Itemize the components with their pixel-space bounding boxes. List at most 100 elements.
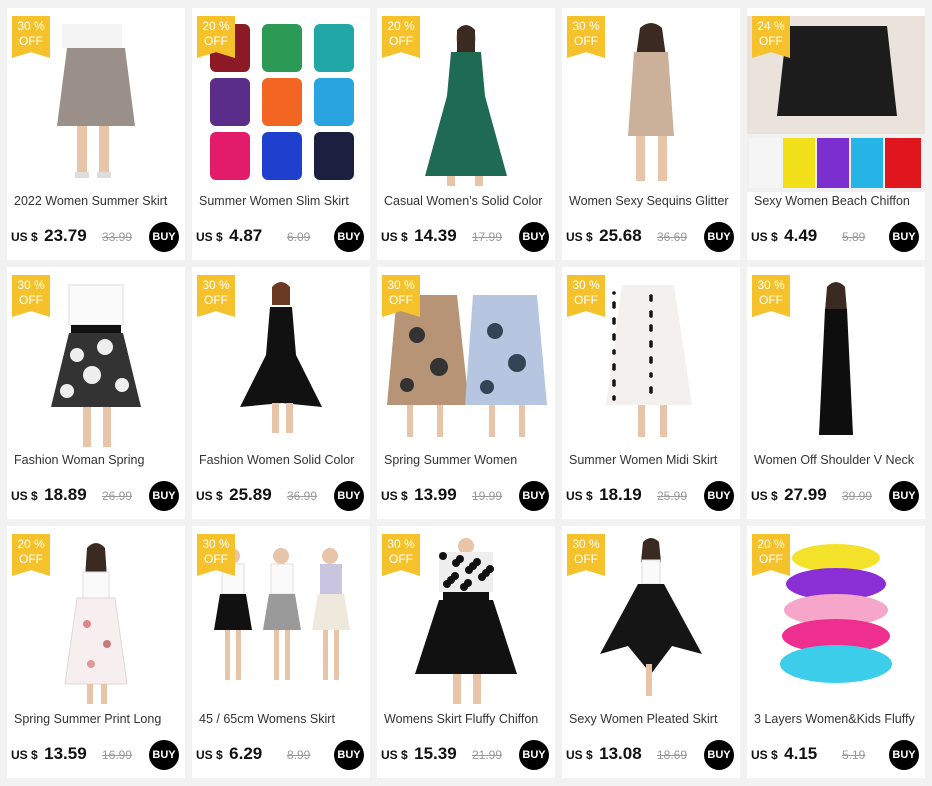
price-amount: 13.59 [44,744,87,763]
product-price: US $ 18.19 [566,485,642,505]
product-title[interactable]: Summer Women Slim Skirt [199,194,365,210]
product-card[interactable]: 30 % OFF 2022 Women Summer Skirt US $ 23… [7,8,185,260]
product-card[interactable]: 30 % OFF Fashion Woman Spring US $ 18.89… [7,267,185,519]
product-title[interactable]: Spring Summer Women [384,453,550,469]
buy-button[interactable]: BUY [149,740,179,770]
product-price: US $ 13.08 [566,744,642,764]
price-amount: 18.19 [599,485,642,504]
product-price: US $ 13.99 [381,485,457,505]
buy-button[interactable]: BUY [334,481,364,511]
product-title[interactable]: Women Sexy Sequins Glitter [569,194,735,210]
price-amount: 27.99 [784,485,827,504]
buy-button[interactable]: BUY [889,740,919,770]
discount-badge: 20 % OFF [197,16,235,58]
product-card[interactable]: 30 % OFF Women Sexy Sequins Glitter US $… [562,8,740,260]
currency-label: US $ [11,489,38,503]
original-price: 16.99 [102,748,133,762]
product-price: US $ 25.68 [566,226,642,246]
product-title[interactable]: Womens Skirt Fluffy Chiffon [384,712,550,728]
product-title[interactable]: Fashion Women Solid Color [199,453,365,469]
product-price: US $ 4.15 [751,744,817,764]
product-price: US $ 4.49 [751,226,817,246]
currency-label: US $ [381,748,408,762]
product-title[interactable]: 2022 Women Summer Skirt [14,194,180,210]
price-amount: 25.89 [229,485,272,504]
discount-percent: 20 % [17,537,45,551]
product-title[interactable]: Sexy Women Pleated Skirt [569,712,735,728]
currency-label: US $ [566,489,593,503]
original-price: 6.09 [287,230,311,244]
buy-button[interactable]: BUY [704,740,734,770]
discount-badge: 30 % OFF [197,275,235,317]
currency-label: US $ [196,748,223,762]
discount-badge: 30 % OFF [382,534,420,576]
buy-button[interactable]: BUY [704,481,734,511]
product-card[interactable]: 20 % OFF Casual Women's Solid Color US $… [377,8,555,260]
product-price: US $ 6.29 [196,744,262,764]
discount-badge: 20 % OFF [382,16,420,58]
buy-button[interactable]: BUY [334,740,364,770]
buy-button[interactable]: BUY [149,222,179,252]
discount-badge: 20 % OFF [12,534,50,576]
product-card[interactable]: 20 % OFF Summer Women Slim Skirt US $ 4.… [192,8,370,260]
product-card[interactable]: 30 % OFF Women Off Shoulder V Neck US $ … [747,267,925,519]
buy-button[interactable]: BUY [704,222,734,252]
price-amount: 13.08 [599,744,642,763]
product-title[interactable]: Spring Summer Print Long [14,712,180,728]
discount-off-label: OFF [204,34,228,48]
original-price: 36.69 [657,230,688,244]
buy-button[interactable]: BUY [149,481,179,511]
product-title[interactable]: 45 / 65cm Womens Skirt [199,712,365,728]
product-card[interactable]: 30 % OFF Fashion Women Solid Color US $ … [192,267,370,519]
product-title[interactable]: Casual Women's Solid Color [384,194,550,210]
buy-button[interactable]: BUY [334,222,364,252]
product-card[interactable]: 30 % OFF Sexy Women Pleated Skirt US $ 1… [562,526,740,778]
buy-button[interactable]: BUY [889,222,919,252]
discount-percent: 30 % [572,19,600,33]
original-price: 17.99 [472,230,503,244]
product-price: US $ 27.99 [751,485,827,505]
buy-button[interactable]: BUY [889,481,919,511]
discount-percent: 20 % [387,19,415,33]
buy-button[interactable]: BUY [519,481,549,511]
currency-label: US $ [566,230,593,244]
product-card[interactable]: 30 % OFF 45 / 65cm Womens Skirt US $ 6.2… [192,526,370,778]
discount-percent: 24 % [757,19,785,33]
price-amount: 15.39 [414,744,457,763]
product-grid: 30 % OFF 2022 Women Summer Skirt US $ 23… [0,0,932,786]
buy-button[interactable]: BUY [519,740,549,770]
price-amount: 13.99 [414,485,457,504]
price-amount: 6.29 [229,744,263,763]
original-price: 5.19 [842,748,866,762]
product-title[interactable]: Women Off Shoulder V Neck [754,453,920,469]
product-title[interactable]: Sexy Women Beach Chiffon [754,194,920,210]
product-title[interactable]: Fashion Woman Spring [14,453,180,469]
product-card[interactable]: 30 % OFF Spring Summer Women US $ 13.99 … [377,267,555,519]
product-card[interactable]: 24 % OFF Sexy Women Beach Chiffon US $ 4… [747,8,925,260]
discount-off-label: OFF [574,293,598,307]
discount-percent: 30 % [757,278,785,292]
original-price: 8.99 [287,748,311,762]
currency-label: US $ [196,230,223,244]
currency-label: US $ [751,489,778,503]
product-title[interactable]: 3 Layers Women&Kids Fluffy [754,712,920,728]
discount-percent: 30 % [17,19,45,33]
price-amount: 4.49 [784,226,818,245]
product-card[interactable]: 30 % OFF Womens Skirt Fluffy Chiffon US … [377,526,555,778]
discount-badge: 30 % OFF [567,16,605,58]
currency-label: US $ [11,230,38,244]
original-price: 21.99 [472,748,503,762]
discount-badge: 30 % OFF [12,16,50,58]
discount-off-label: OFF [204,552,228,566]
discount-percent: 20 % [757,537,785,551]
buy-button[interactable]: BUY [519,222,549,252]
product-card[interactable]: 20 % OFF 3 Layers Women&Kids Fluffy US $… [747,526,925,778]
product-card[interactable]: 20 % OFF Spring Summer Print Long US $ 1… [7,526,185,778]
discount-off-label: OFF [19,293,43,307]
product-card[interactable]: 30 % OFF Summer Women Midi Skirt US $ 18… [562,267,740,519]
discount-off-label: OFF [19,552,43,566]
discount-badge: 30 % OFF [197,534,235,576]
product-title[interactable]: Summer Women Midi Skirt [569,453,735,469]
discount-off-label: OFF [204,293,228,307]
discount-off-label: OFF [574,34,598,48]
